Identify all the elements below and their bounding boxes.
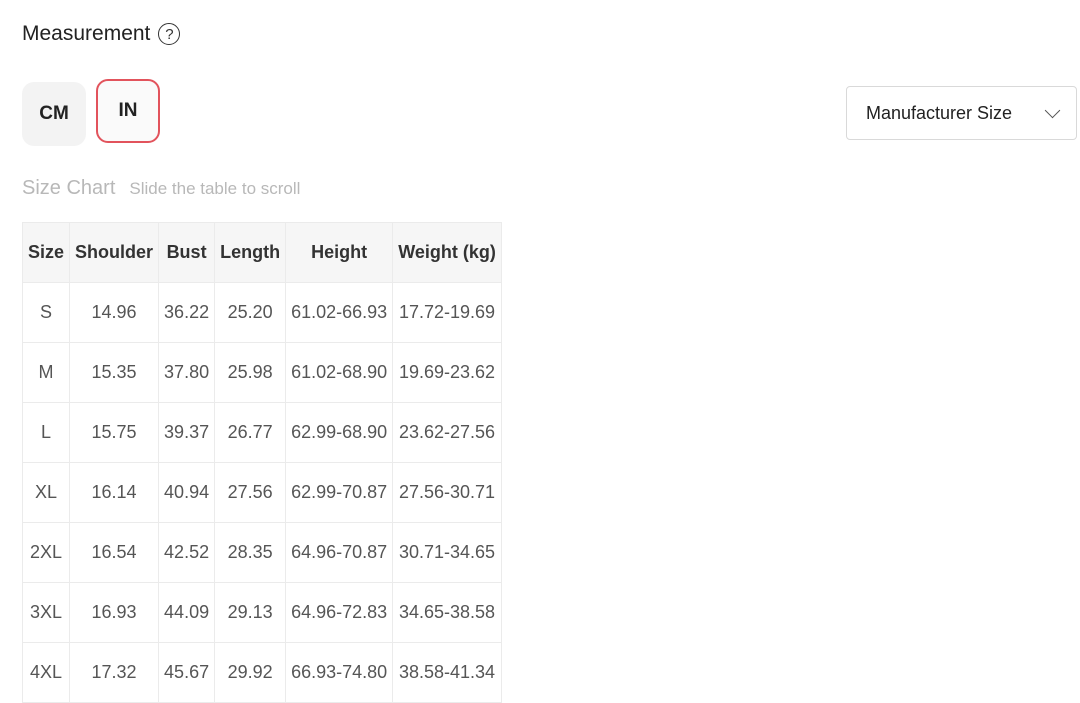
- table-cell: 14.96: [69, 282, 160, 343]
- table-cell: 42.52: [158, 522, 216, 583]
- column-header: Length: [214, 222, 287, 283]
- table-cell: 62.99-68.90: [285, 402, 394, 463]
- table-cell: 30.71-34.65: [392, 522, 502, 583]
- table-row: 4XL 17.32 45.67 29.92 66.93-74.80 38.58-…: [21, 642, 502, 703]
- unit-cm-button[interactable]: CM: [22, 82, 86, 146]
- size-table[interactable]: Size Shoulder Bust Length Height Weight …: [21, 222, 502, 703]
- table-cell: 19.69-23.62: [392, 342, 502, 403]
- table-cell: XL: [21, 462, 71, 523]
- unit-in-button[interactable]: IN: [96, 79, 160, 143]
- table-row: L 15.75 39.37 26.77 62.99-68.90 23.62-27…: [21, 402, 502, 463]
- column-header: Shoulder: [69, 222, 160, 283]
- table-cell: 23.62-27.56: [392, 402, 502, 463]
- table-cell: 28.35: [214, 522, 287, 583]
- table-cell: 16.54: [69, 522, 160, 583]
- table-row: 2XL 16.54 42.52 28.35 64.96-70.87 30.71-…: [21, 522, 502, 583]
- measurement-header: Measurement ?: [22, 22, 181, 46]
- table-cell: 61.02-68.90: [285, 342, 394, 403]
- table-cell: 4XL: [21, 642, 71, 703]
- table-cell: 15.35: [69, 342, 160, 403]
- scroll-hint: Slide the table to scroll: [129, 179, 301, 198]
- table-cell: 16.93: [69, 582, 160, 643]
- table-cell: 26.77: [214, 402, 287, 463]
- question-circle-icon[interactable]: ?: [158, 23, 181, 45]
- table-cell: 25.20: [214, 282, 287, 343]
- table-cell: 36.22: [158, 282, 216, 343]
- column-header: Bust: [158, 222, 216, 283]
- table-row: XL 16.14 40.94 27.56 62.99-70.87 27.56-3…: [21, 462, 502, 523]
- table-cell: 38.58-41.34: [392, 642, 502, 703]
- size-type-selected-value: Manufacturer Size: [866, 102, 1013, 123]
- table-cell: 62.99-70.87: [285, 462, 394, 523]
- table-cell: 44.09: [158, 582, 216, 643]
- table-cell: 34.65-38.58: [392, 582, 502, 643]
- table-cell: 39.37: [158, 402, 216, 463]
- table-cell: 29.92: [214, 642, 287, 703]
- table-row: 3XL 16.93 44.09 29.13 64.96-72.83 34.65-…: [21, 582, 502, 643]
- table-row: M 15.35 37.80 25.98 61.02-68.90 19.69-23…: [21, 342, 502, 403]
- table-cell: 27.56: [214, 462, 287, 523]
- table-cell: 27.56-30.71: [392, 462, 502, 523]
- table-cell: 17.32: [69, 642, 160, 703]
- table-cell: 25.98: [214, 342, 287, 403]
- table-cell: L: [21, 402, 71, 463]
- table-row: S 14.96 36.22 25.20 61.02-66.93 17.72-19…: [21, 282, 502, 343]
- table-cell: 37.80: [158, 342, 216, 403]
- table-cell: 17.72-19.69: [392, 282, 502, 343]
- table-cell: 3XL: [21, 582, 71, 643]
- table-cell: 64.96-72.83: [285, 582, 394, 643]
- column-header: Height: [285, 222, 394, 283]
- table-header-row: Size Shoulder Bust Length Height Weight …: [21, 222, 502, 283]
- table-cell: 15.75: [69, 402, 160, 463]
- table-cell: 66.93-74.80: [285, 642, 394, 703]
- size-type-dropdown[interactable]: Manufacturer Size: [846, 86, 1077, 140]
- table-cell: 40.94: [158, 462, 216, 523]
- measurement-title: Measurement: [22, 22, 151, 45]
- table-cell: M: [21, 342, 71, 403]
- table-cell: 16.14: [69, 462, 160, 523]
- chevron-down-icon: [1044, 102, 1061, 118]
- table-cell: 2XL: [21, 522, 71, 583]
- table-cell: 29.13: [214, 582, 287, 643]
- size-chart-caption: Size Chart Slide the table to scroll: [22, 177, 300, 200]
- table-cell: 61.02-66.93: [285, 282, 394, 343]
- table-cell: S: [21, 282, 71, 343]
- table-cell: 45.67: [158, 642, 216, 703]
- column-header: Size: [21, 222, 71, 283]
- table-cell: 64.96-70.87: [285, 522, 394, 583]
- size-chart-title: Size Chart: [22, 177, 116, 199]
- column-header: Weight (kg): [392, 222, 502, 283]
